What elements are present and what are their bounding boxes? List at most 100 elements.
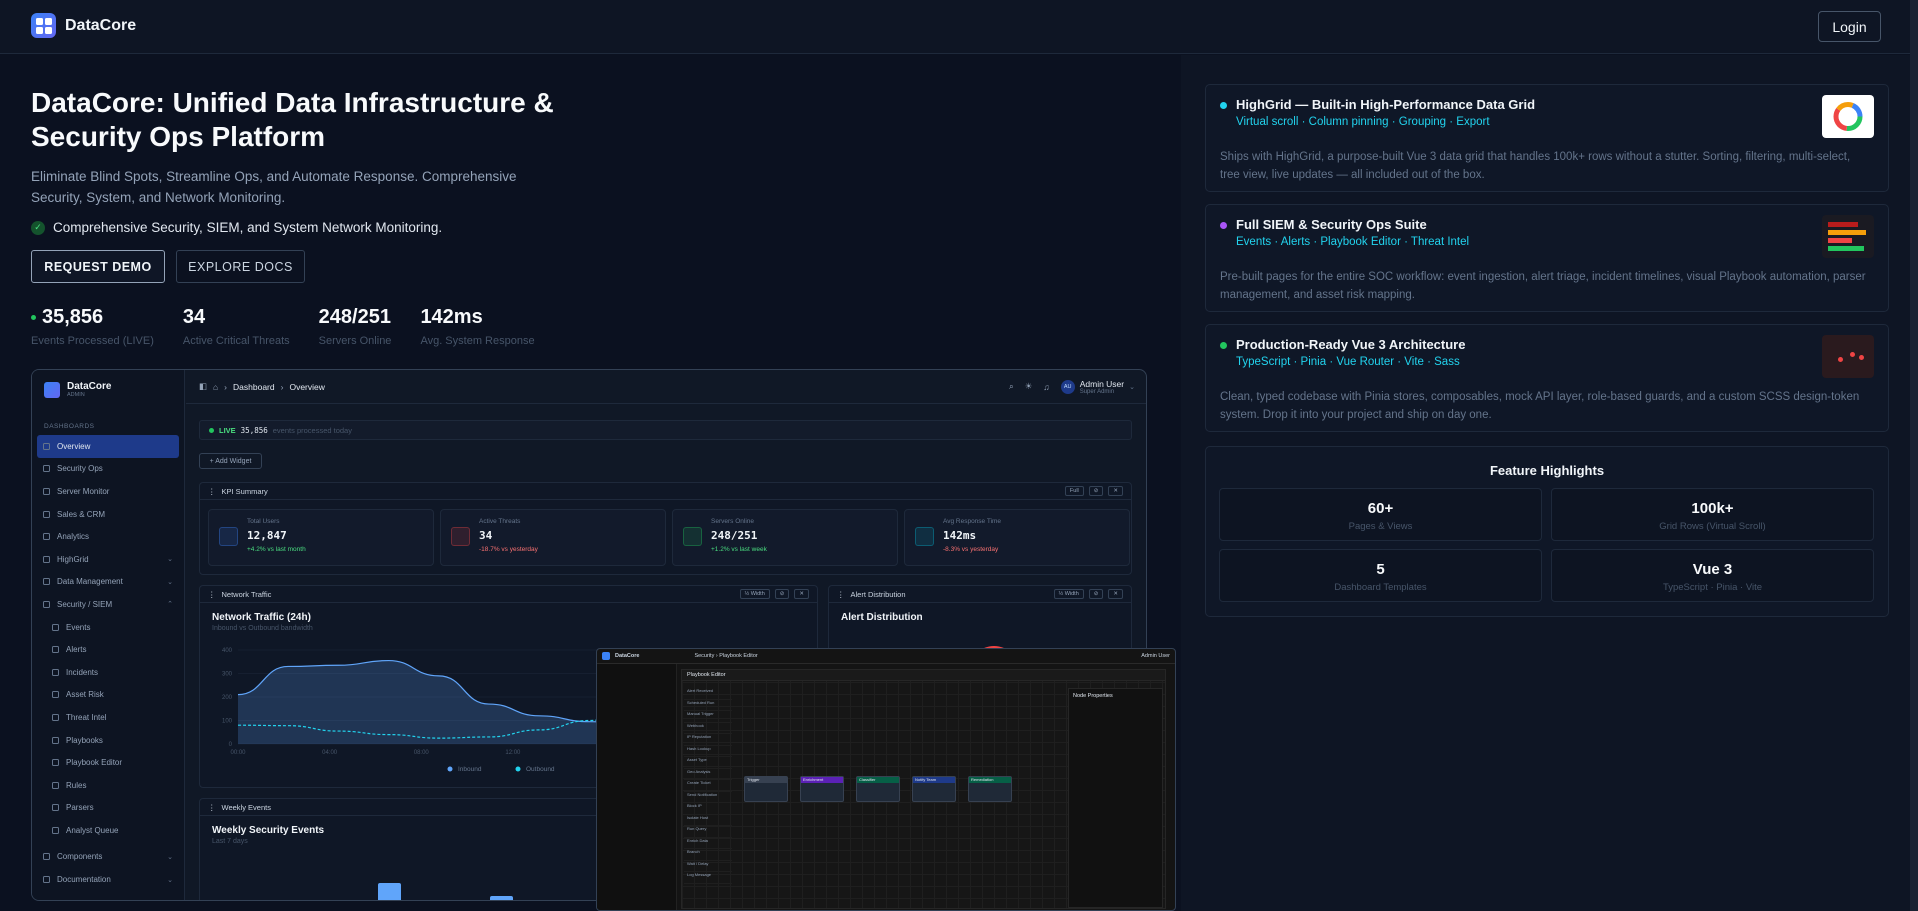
bar-mark: [490, 896, 513, 900]
palette-item[interactable]: Scheduled Run: [684, 700, 732, 711]
width-select[interactable]: ½ Width: [739, 589, 770, 599]
close-icon[interactable]: ✕: [794, 589, 809, 599]
sidebar-item[interactable]: Security / SIEM ⌃: [37, 593, 179, 616]
hide-icon[interactable]: ⊘: [1088, 589, 1104, 599]
highlight-pages: 60+ Pages & Views: [1219, 488, 1542, 541]
sidebar-item[interactable]: Analytics: [37, 525, 179, 548]
sidebar-item[interactable]: Playbooks: [37, 729, 179, 752]
workflow-node[interactable]: Notify Team: [912, 776, 956, 802]
sidebar-item[interactable]: Analyst Queue: [37, 819, 179, 842]
grid-logo-icon: [602, 652, 610, 660]
search-icon[interactable]: ⌕: [1009, 381, 1014, 392]
sidebar-item[interactable]: Incidents: [37, 661, 179, 684]
bell-icon[interactable]: ♫: [1043, 382, 1049, 392]
sidebar-item[interactable]: Events: [37, 616, 179, 639]
palette-item[interactable]: Asset Type: [684, 757, 732, 769]
palette-item[interactable]: Webhook: [684, 723, 732, 734]
palette-item[interactable]: Manual Trigger: [684, 711, 732, 723]
node-label: Classifier: [857, 777, 899, 783]
drag-handle-icon[interactable]: ⋮: [208, 590, 216, 599]
sidebar-item[interactable]: Security Ops: [37, 458, 179, 481]
card-description: Pre-built pages for the entire SOC workf…: [1220, 271, 1866, 301]
sidebar-item[interactable]: HighGrid ⌄: [37, 548, 179, 571]
sidebar-item[interactable]: Rules: [37, 774, 179, 797]
y-tick-label: 200: [222, 695, 233, 701]
palette-item[interactable]: Alert Received: [684, 688, 732, 700]
stat-label: Avg. System Response: [420, 335, 535, 347]
request-demo-button[interactable]: REQUEST DEMO: [31, 250, 165, 283]
sidebar-item[interactable]: Data Management ⌄: [37, 571, 179, 594]
drag-handle-icon[interactable]: ⋮: [208, 803, 216, 812]
scrollbar[interactable]: [1910, 0, 1918, 911]
size-select[interactable]: Full: [1064, 486, 1084, 496]
node-properties-panel: Node Properties: [1068, 688, 1163, 908]
palette-item[interactable]: Send Notification: [684, 792, 732, 803]
palette-item[interactable]: Isolate Host: [684, 815, 732, 826]
drag-handle-icon[interactable]: ⋮: [837, 590, 845, 599]
width-select[interactable]: ½ Width: [1053, 589, 1084, 599]
sidebar-item[interactable]: Playbook Editor: [37, 751, 179, 774]
login-button[interactable]: Login: [1818, 11, 1881, 42]
kpi-delta: -18.7% vs yesterday: [479, 546, 538, 553]
chevron-icon: ⌄: [167, 578, 173, 586]
kpi-card: Total Users 12,847 +4.2% vs last month: [208, 509, 434, 566]
sidebar-item[interactable]: Parsers: [37, 797, 179, 820]
kpi-icon: [451, 527, 470, 546]
brand[interactable]: DataCore: [31, 13, 136, 38]
theme-icon[interactable]: ☀: [1025, 381, 1033, 392]
sidebar-item[interactable]: Components ⌄: [37, 846, 179, 869]
breadcrumb-dashboard[interactable]: Dashboard: [233, 382, 275, 392]
sidebar-item[interactable]: Server Monitor: [37, 480, 179, 503]
edit-icon: [52, 759, 59, 767]
close-icon[interactable]: ✕: [1108, 589, 1123, 599]
sidebar-item[interactable]: Asset Risk: [37, 684, 179, 707]
y-tick-label: 0: [229, 742, 233, 748]
editor-canvas[interactable]: Playbook Editor Alert Received Scheduled …: [681, 669, 1166, 909]
palette-item[interactable]: Log Message: [684, 872, 732, 884]
y-tick-label: 300: [222, 672, 233, 678]
stat-label: Active Critical Threats: [182, 335, 290, 347]
node-properties-title: Node Properties: [1073, 693, 1113, 699]
palette-item[interactable]: Wait / Delay: [684, 861, 732, 872]
drag-handle-icon[interactable]: ⋮: [208, 487, 216, 496]
user-menu[interactable]: AU Admin User Super Admin ⌄: [1060, 379, 1135, 395]
close-icon[interactable]: ✕: [1108, 486, 1123, 496]
palette-item[interactable]: Run Query: [684, 826, 732, 838]
palette-item[interactable]: Branch: [684, 849, 732, 861]
highlight-grid-rows: 100k+ Grid Rows (Virtual Scroll): [1551, 488, 1874, 541]
live-text: events processed today: [272, 425, 352, 435]
workflow-node[interactable]: Classifier: [856, 776, 900, 802]
palette-item[interactable]: Block IP: [684, 803, 732, 815]
palette-item[interactable]: Hash Lookup: [684, 746, 732, 757]
panel-title: Network Traffic: [221, 589, 272, 599]
sidebar-item[interactable]: Documentation ⌄: [37, 868, 179, 891]
palette-item[interactable]: Enrich Data: [684, 838, 732, 849]
sidebar-item-label: Security Ops: [57, 464, 103, 474]
editor-topbar: DataCore Security › Playbook Editor Admi…: [597, 649, 1175, 664]
sidebar-item-label: Analyst Queue: [66, 825, 119, 835]
bar-mark: [378, 883, 401, 900]
workflow-node[interactable]: Remediation: [968, 776, 1012, 802]
sidebar-item[interactable]: Threat Intel: [37, 706, 179, 729]
workflow-node[interactable]: Trigger: [744, 776, 788, 802]
sidebar-item-label: Overview: [57, 441, 91, 451]
highlight-label: Grid Rows (Virtual Scroll): [1659, 521, 1766, 532]
hide-icon[interactable]: ⊘: [774, 589, 790, 599]
palette-item[interactable]: IP Reputation: [684, 734, 732, 746]
sidebar-item[interactable]: Sales & CRM: [37, 503, 179, 526]
playbook-editor-preview: DataCore Security › Playbook Editor Admi…: [596, 648, 1176, 911]
workflow-node[interactable]: Enrichment: [800, 776, 844, 802]
palette-item[interactable]: Geo Analysis: [684, 769, 732, 780]
sidebar-item-label: Server Monitor: [57, 486, 110, 496]
kpi-icon: [915, 527, 934, 546]
sidebar-item[interactable]: Overview: [37, 435, 179, 458]
explore-docs-button[interactable]: EXPLORE DOCS: [176, 250, 305, 283]
avatar: AU: [1060, 379, 1075, 394]
sidebar-toggle-icon[interactable]: ◧: [199, 381, 207, 392]
stat-threats: 34 Active Critical Threats: [183, 306, 290, 347]
add-widget-button[interactable]: + Add Widget: [199, 453, 262, 469]
palette-item[interactable]: Create Ticket: [684, 780, 732, 792]
hide-icon[interactable]: ⊘: [1088, 486, 1104, 496]
sidebar-item[interactable]: Alerts: [37, 638, 179, 661]
node-label: Remediation: [969, 777, 1011, 783]
